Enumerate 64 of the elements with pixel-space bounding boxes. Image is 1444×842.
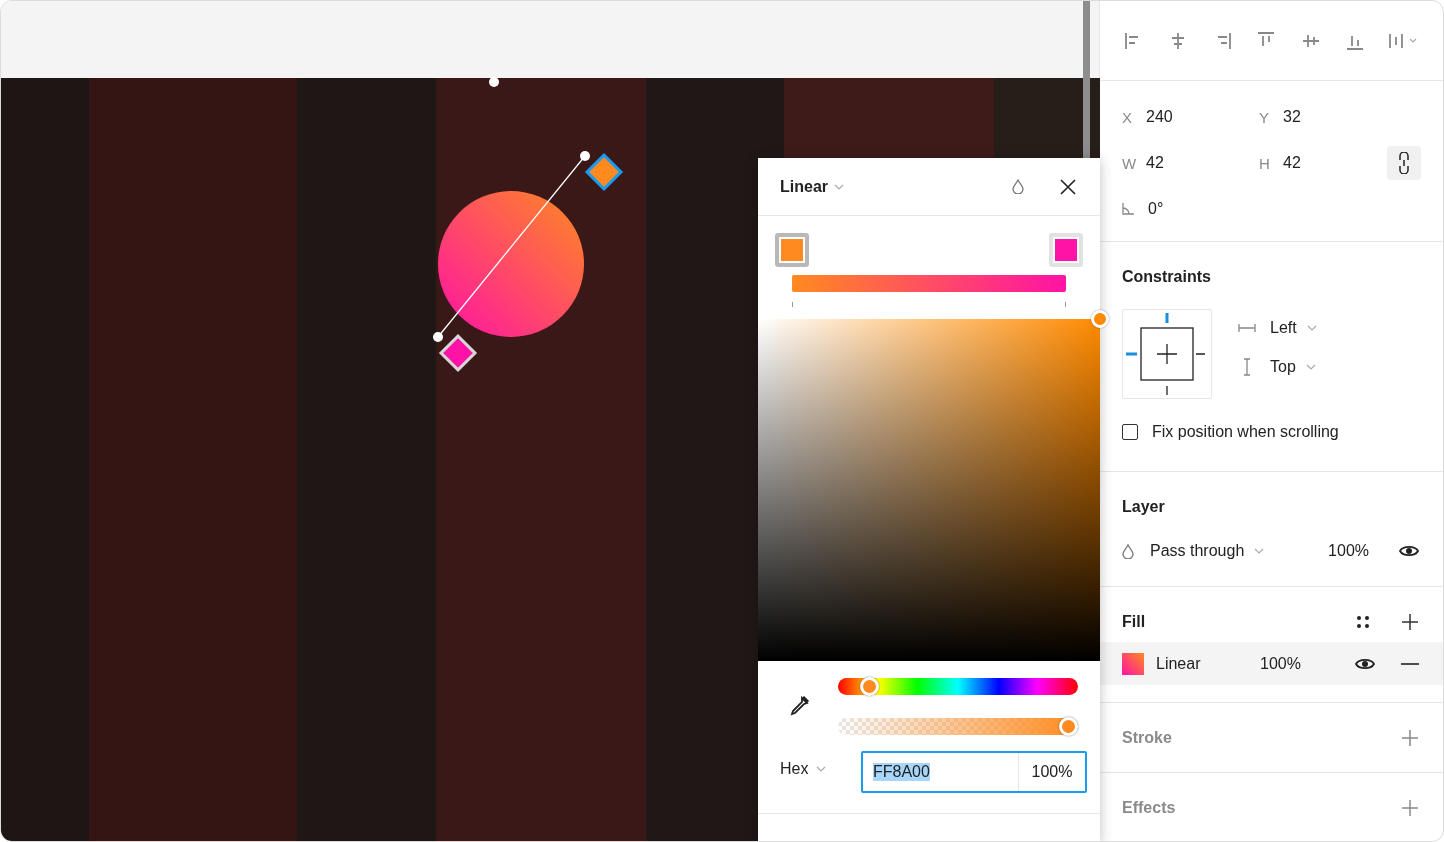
field-value[interactable]: 240 (1146, 108, 1173, 126)
chevron-down-icon (816, 766, 827, 772)
chevron-down-icon (834, 183, 844, 190)
field-value[interactable]: 32 (1283, 108, 1301, 126)
color-format-dropdown[interactable]: Hex (758, 760, 838, 778)
gradient-type-dropdown[interactable]: Linear (780, 177, 844, 196)
vertical-constraint-dropdown[interactable]: Top (1238, 358, 1317, 376)
field-label: X (1122, 108, 1132, 126)
checkbox-label: Fix position when scrolling (1152, 423, 1339, 441)
color-stop[interactable] (1049, 233, 1083, 267)
add-button[interactable] (1399, 727, 1421, 749)
rotation-value[interactable]: 0° (1148, 200, 1164, 218)
add-button[interactable] (1399, 797, 1421, 819)
gradient-circle[interactable] (438, 191, 584, 337)
gradient-line[interactable] (433, 151, 590, 342)
drop-icon (1012, 179, 1024, 194)
section-title: Effects (1122, 799, 1176, 817)
color-area[interactable] (758, 319, 1100, 661)
fill-type: Linear (1156, 654, 1202, 673)
gradient-swatch[interactable] (1122, 652, 1144, 675)
hex-input[interactable]: FF8A00 100% (861, 751, 1087, 793)
section-title: Layer (1122, 498, 1165, 516)
drop-icon (1122, 543, 1134, 559)
section-title: Stroke (1122, 729, 1172, 747)
link-icon (1398, 152, 1410, 174)
eye-icon (1399, 544, 1419, 558)
constraints-widget[interactable] (1122, 309, 1212, 399)
horizontal-span-icon (1238, 323, 1256, 333)
section-title: Constraints (1122, 268, 1211, 286)
horizontal-constraint-dropdown[interactable]: Left (1238, 319, 1317, 337)
opacity-value[interactable]: 100% (1019, 753, 1085, 791)
scrollbar[interactable] (1083, 1, 1090, 161)
opacity-value[interactable]: 100% (1328, 542, 1369, 560)
chevron-down-icon (1254, 548, 1265, 554)
close-icon (1060, 178, 1076, 195)
eye-icon (1355, 656, 1375, 671)
blend-mode-dropdown[interactable]: Pass through (1150, 542, 1265, 560)
resize-handle[interactable] (489, 77, 499, 87)
minus-icon (1401, 662, 1419, 665)
field-label: H (1259, 154, 1269, 172)
field-label: Y (1259, 108, 1269, 126)
fill-opacity[interactable]: 100% (1260, 654, 1301, 673)
section-title: Fill (1122, 613, 1146, 631)
opacity-slider[interactable] (838, 717, 1078, 735)
chevron-down-icon (1306, 325, 1317, 331)
add-fill-button[interactable] (1399, 611, 1421, 633)
slider-thumb[interactable] (860, 676, 880, 696)
chevron-down-icon (1305, 364, 1316, 370)
fill-row[interactable]: Linear 100% (1100, 642, 1443, 685)
plus-icon (1401, 729, 1419, 747)
hue-slider[interactable] (838, 677, 1078, 695)
color-area-handle[interactable] (1091, 310, 1109, 328)
four-dots-icon (1356, 615, 1370, 629)
slider-thumb[interactable] (1059, 716, 1078, 736)
color-stop[interactable] (775, 233, 809, 267)
field-value[interactable]: 42 (1146, 154, 1164, 172)
field-value[interactable]: 42 (1283, 154, 1301, 172)
hex-value: FF8A00 (873, 763, 930, 781)
plus-icon (1401, 613, 1419, 631)
angle-icon (1122, 203, 1134, 215)
constrain-proportions-button[interactable] (1387, 146, 1421, 180)
checkbox[interactable] (1122, 424, 1138, 440)
plus-icon (1401, 799, 1419, 817)
eyedropper-icon[interactable] (788, 695, 810, 717)
